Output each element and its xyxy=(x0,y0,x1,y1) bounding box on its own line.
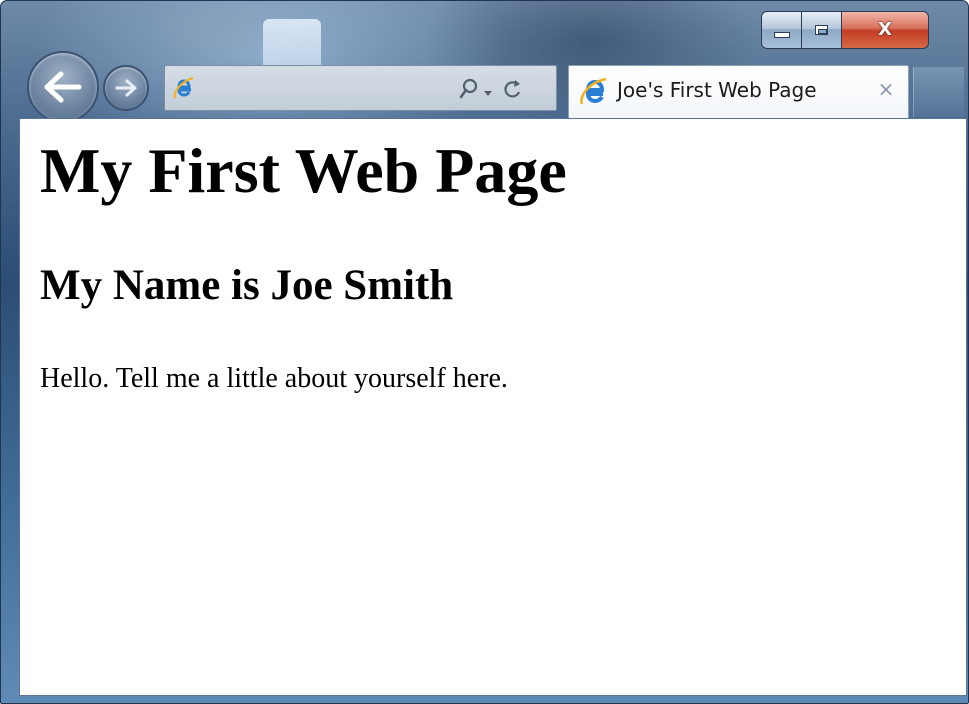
new-tab-button[interactable] xyxy=(913,67,964,117)
close-icon: X xyxy=(878,19,892,40)
tab-close-button[interactable]: × xyxy=(875,78,897,100)
address-bar[interactable] xyxy=(164,65,557,111)
search-icon[interactable] xyxy=(459,78,479,104)
page-content: My First Web Page My Name is Joe Smith H… xyxy=(19,118,967,696)
minimize-button[interactable] xyxy=(761,11,801,49)
address-input[interactable] xyxy=(199,75,453,101)
forward-arrow-icon xyxy=(115,79,137,97)
close-window-button[interactable]: X xyxy=(841,11,929,49)
refresh-icon[interactable] xyxy=(503,78,523,104)
maximize-button[interactable] xyxy=(801,11,841,49)
ie-logo-icon xyxy=(173,76,195,104)
page-heading-1: My First Web Page xyxy=(40,135,567,206)
tab-joes-first-web-page[interactable]: Joe's First Web Page × xyxy=(568,65,909,119)
ie-logo-icon xyxy=(579,76,609,110)
forward-button[interactable] xyxy=(103,65,149,111)
minimize-icon xyxy=(773,32,790,38)
dropdown-arrow-icon[interactable] xyxy=(483,83,493,102)
caption-buttons: X xyxy=(761,11,961,49)
browser-window: X Joe's First Web Page × My First Web Pa… xyxy=(0,0,969,704)
page-heading-2: My Name is Joe Smith xyxy=(40,262,454,309)
page-paragraph: Hello. Tell me a little about yourself h… xyxy=(40,363,508,394)
tab-title: Joe's First Web Page xyxy=(617,78,817,102)
back-button[interactable] xyxy=(27,51,99,123)
back-arrow-icon xyxy=(44,71,82,103)
glass-reflection xyxy=(151,9,271,49)
maximize-icon xyxy=(815,25,828,35)
